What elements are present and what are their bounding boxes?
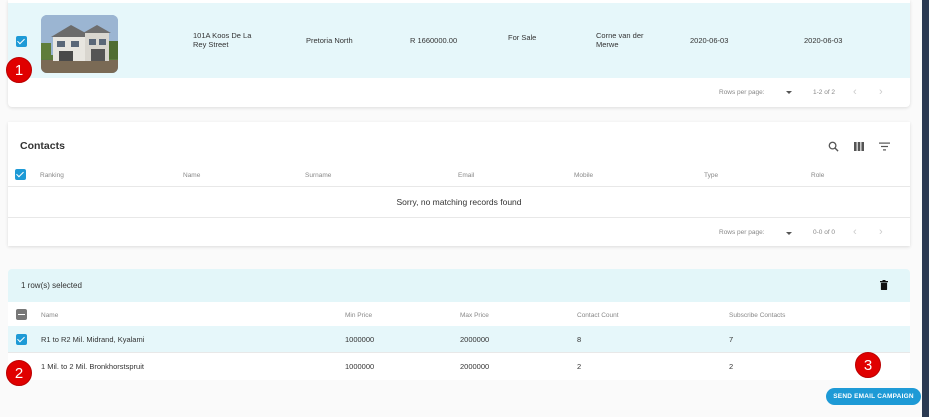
search-icon[interactable]: [828, 141, 839, 152]
chevron-right-icon[interactable]: ›: [879, 87, 883, 98]
page: 101A Koos De La Rey Street Pretoria Nort…: [0, 0, 929, 417]
view-columns-icon[interactable]: [854, 142, 864, 151]
row-checkbox[interactable]: [16, 334, 27, 345]
column-header-subscribe-contacts[interactable]: Subscribe Contacts: [729, 312, 785, 319]
property-table: 101A Koos De La Rey Street Pretoria Nort…: [8, 0, 910, 107]
column-header-contact-count[interactable]: Contact Count: [577, 312, 619, 319]
row-max-price: 2000000: [460, 362, 490, 371]
divider: [8, 217, 910, 218]
property-area: Pretoria North: [306, 36, 353, 45]
rows-per-page-dropdown[interactable]: [786, 91, 792, 94]
row-contact-count: 2: [577, 362, 582, 371]
annotation-badge-3: 3: [855, 352, 881, 378]
property-address: 101A Koos De La Rey Street: [193, 31, 252, 49]
column-header-name[interactable]: Name: [183, 172, 200, 179]
house-image: [41, 15, 118, 73]
row-contact-count: 8: [577, 335, 582, 344]
column-header-ranking[interactable]: Ranking: [40, 172, 64, 179]
pagination-range: 1-2 of 2: [813, 89, 836, 96]
row-name: R1 to R2 Mil. Midrand, Kyalami: [41, 335, 145, 344]
table-row[interactable]: R1 to R2 Mil. Midrand, Kyalami 1000000 2…: [8, 326, 910, 352]
contacts-table: Contacts Ranking Name Surname Email Mobi…: [8, 122, 910, 246]
chevron-left-icon[interactable]: ‹: [853, 227, 857, 238]
table-row[interactable]: 1 Mil. to 2 Mil. Bronkhorstspruit 100000…: [8, 353, 910, 379]
row-subscribe-contacts: 7: [729, 335, 734, 344]
send-email-campaign-button[interactable]: SEND EMAIL CAMPAIGN: [826, 388, 921, 405]
property-date-listed: 2020-06-03: [690, 36, 729, 45]
column-header-email[interactable]: Email: [458, 172, 474, 179]
column-header-surname[interactable]: Surname: [305, 172, 331, 179]
row-max-price: 2000000: [460, 335, 490, 344]
column-header-type[interactable]: Type: [704, 172, 718, 179]
row-name: 1 Mil. to 2 Mil. Bronkhorstspruit: [41, 362, 144, 371]
row-min-price: 1000000: [345, 335, 375, 344]
column-header-name[interactable]: Name: [41, 312, 58, 319]
select-all-checkbox[interactable]: [16, 309, 27, 320]
property-price: R 1660000.00: [410, 36, 458, 45]
selection-count: 1 row(s) selected: [21, 281, 82, 290]
selection-toolbar: 1 row(s) selected: [8, 269, 910, 302]
pagination-range: 0-0 of 0: [813, 229, 836, 236]
mailing-list-table: Name Min Price Max Price Contact Count S…: [8, 302, 910, 380]
column-header-min-price[interactable]: Min Price: [345, 312, 372, 319]
property-date-updated: 2020-06-03: [804, 36, 843, 45]
column-header-role[interactable]: Role: [811, 172, 824, 179]
rows-per-page-dropdown[interactable]: [786, 232, 792, 235]
property-agent: Corne van der Merwe: [596, 31, 644, 49]
chevron-left-icon[interactable]: ‹: [853, 87, 857, 98]
property-status: For Sale: [508, 33, 537, 42]
row-min-price: 1000000: [345, 362, 375, 371]
rows-per-page-label: Rows per page:: [719, 89, 765, 96]
scrollbar[interactable]: [922, 0, 929, 417]
divider: [8, 186, 910, 187]
property-row-checkbox[interactable]: [16, 36, 27, 47]
column-header-mobile[interactable]: Mobile: [574, 172, 593, 179]
filter-icon[interactable]: [879, 142, 890, 151]
delete-icon[interactable]: [880, 280, 888, 290]
rows-per-page-label: Rows per page:: [719, 229, 765, 236]
column-header-max-price[interactable]: Max Price: [460, 312, 489, 319]
contacts-title: Contacts: [20, 140, 65, 152]
annotation-badge-1: 1: [6, 57, 32, 83]
empty-message: Sorry, no matching records found: [396, 197, 522, 207]
chevron-right-icon[interactable]: ›: [879, 227, 883, 238]
property-row[interactable]: 101A Koos De La Rey Street Pretoria Nort…: [8, 3, 910, 78]
row-subscribe-contacts: 2: [729, 362, 734, 371]
property-thumbnail: [41, 15, 118, 73]
contacts-select-all-checkbox[interactable]: [15, 169, 26, 180]
annotation-badge-2: 2: [6, 360, 32, 386]
